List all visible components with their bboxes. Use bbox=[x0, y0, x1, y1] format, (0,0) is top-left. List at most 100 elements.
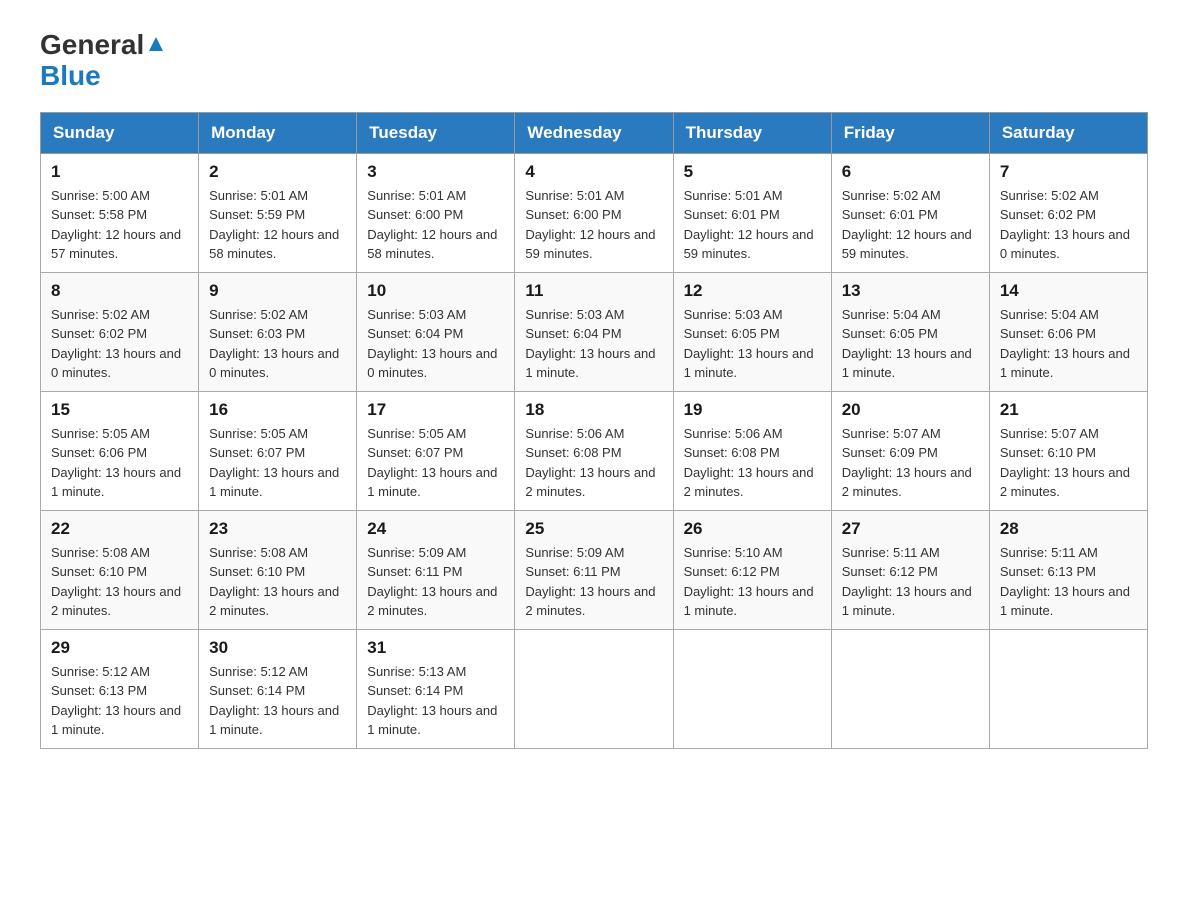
day-number: 26 bbox=[684, 519, 821, 539]
col-wednesday: Wednesday bbox=[515, 112, 673, 153]
day-info: Sunrise: 5:01 AMSunset: 5:59 PMDaylight:… bbox=[209, 186, 346, 264]
day-info: Sunrise: 5:05 AMSunset: 6:07 PMDaylight:… bbox=[367, 424, 504, 502]
table-row: 23 Sunrise: 5:08 AMSunset: 6:10 PMDayligh… bbox=[199, 510, 357, 629]
day-info: Sunrise: 5:01 AMSunset: 6:00 PMDaylight:… bbox=[367, 186, 504, 264]
page-header: General Blue bbox=[40, 30, 1148, 92]
logo: General Blue bbox=[40, 30, 165, 92]
table-row: 17 Sunrise: 5:05 AMSunset: 6:07 PMDayligh… bbox=[357, 391, 515, 510]
col-friday: Friday bbox=[831, 112, 989, 153]
day-number: 27 bbox=[842, 519, 979, 539]
day-info: Sunrise: 5:01 AMSunset: 6:00 PMDaylight:… bbox=[525, 186, 662, 264]
day-number: 13 bbox=[842, 281, 979, 301]
table-row: 30 Sunrise: 5:12 AMSunset: 6:14 PMDayligh… bbox=[199, 629, 357, 748]
day-info: Sunrise: 5:00 AMSunset: 5:58 PMDaylight:… bbox=[51, 186, 188, 264]
calendar-week-row: 29 Sunrise: 5:12 AMSunset: 6:13 PMDayligh… bbox=[41, 629, 1148, 748]
day-number: 5 bbox=[684, 162, 821, 182]
day-info: Sunrise: 5:04 AMSunset: 6:05 PMDaylight:… bbox=[842, 305, 979, 383]
day-info: Sunrise: 5:03 AMSunset: 6:05 PMDaylight:… bbox=[684, 305, 821, 383]
day-number: 23 bbox=[209, 519, 346, 539]
table-row: 19Sunrise: 5:06 AMSunset: 6:08 PMDayligh… bbox=[673, 391, 831, 510]
day-number: 6 bbox=[842, 162, 979, 182]
day-number: 12 bbox=[684, 281, 821, 301]
calendar-table: Sunday Monday Tuesday Wednesday Thursday… bbox=[40, 112, 1148, 749]
calendar-week-row: 8Sunrise: 5:02 AMSunset: 6:02 PMDaylight… bbox=[41, 272, 1148, 391]
day-info: Sunrise: 5:08 AMSunset: 6:10 PMDaylight:… bbox=[51, 543, 188, 621]
day-number: 3 bbox=[367, 162, 504, 182]
table-row: 11 Sunrise: 5:03 AMSunset: 6:04 PMDayligh… bbox=[515, 272, 673, 391]
table-row: 26 Sunrise: 5:10 AMSunset: 6:12 PMDayligh… bbox=[673, 510, 831, 629]
day-info: Sunrise: 5:08 AMSunset: 6:10 PMDaylight:… bbox=[209, 543, 346, 621]
table-row: 28Sunrise: 5:11 AMSunset: 6:13 PMDayligh… bbox=[989, 510, 1147, 629]
day-number: 2 bbox=[209, 162, 346, 182]
calendar-week-row: 22Sunrise: 5:08 AMSunset: 6:10 PMDayligh… bbox=[41, 510, 1148, 629]
table-row: 3 Sunrise: 5:01 AMSunset: 6:00 PMDaylight… bbox=[357, 153, 515, 272]
day-number: 11 bbox=[525, 281, 662, 301]
day-number: 30 bbox=[209, 638, 346, 658]
table-row: 10Sunrise: 5:03 AMSunset: 6:04 PMDayligh… bbox=[357, 272, 515, 391]
col-tuesday: Tuesday bbox=[357, 112, 515, 153]
table-row bbox=[989, 629, 1147, 748]
day-number: 7 bbox=[1000, 162, 1137, 182]
table-row: 27 Sunrise: 5:11 AMSunset: 6:12 PMDayligh… bbox=[831, 510, 989, 629]
table-row: 12 Sunrise: 5:03 AMSunset: 6:05 PMDayligh… bbox=[673, 272, 831, 391]
day-number: 24 bbox=[367, 519, 504, 539]
day-number: 17 bbox=[367, 400, 504, 420]
day-info: Sunrise: 5:12 AMSunset: 6:14 PMDaylight:… bbox=[209, 662, 346, 740]
table-row: 29 Sunrise: 5:12 AMSunset: 6:13 PMDayligh… bbox=[41, 629, 199, 748]
table-row: 1Sunrise: 5:00 AMSunset: 5:58 PMDaylight… bbox=[41, 153, 199, 272]
day-number: 21 bbox=[1000, 400, 1137, 420]
calendar-header-row: Sunday Monday Tuesday Wednesday Thursday… bbox=[41, 112, 1148, 153]
col-sunday: Sunday bbox=[41, 112, 199, 153]
day-info: Sunrise: 5:02 AMSunset: 6:02 PMDaylight:… bbox=[1000, 186, 1137, 264]
table-row bbox=[515, 629, 673, 748]
day-number: 25 bbox=[525, 519, 662, 539]
logo-triangle-icon bbox=[147, 35, 165, 58]
logo-blue-text: Blue bbox=[40, 60, 101, 91]
table-row: 4 Sunrise: 5:01 AMSunset: 6:00 PMDaylight… bbox=[515, 153, 673, 272]
day-number: 10 bbox=[367, 281, 504, 301]
day-info: Sunrise: 5:02 AMSunset: 6:01 PMDaylight:… bbox=[842, 186, 979, 264]
table-row: 24 Sunrise: 5:09 AMSunset: 6:11 PMDayligh… bbox=[357, 510, 515, 629]
day-info: Sunrise: 5:05 AMSunset: 6:06 PMDaylight:… bbox=[51, 424, 188, 502]
table-row: 31 Sunrise: 5:13 AMSunset: 6:14 PMDayligh… bbox=[357, 629, 515, 748]
day-info: Sunrise: 5:06 AMSunset: 6:08 PMDaylight:… bbox=[525, 424, 662, 502]
day-number: 18 bbox=[525, 400, 662, 420]
day-number: 14 bbox=[1000, 281, 1137, 301]
day-info: Sunrise: 5:07 AMSunset: 6:10 PMDaylight:… bbox=[1000, 424, 1137, 502]
table-row: 21 Sunrise: 5:07 AMSunset: 6:10 PMDayligh… bbox=[989, 391, 1147, 510]
day-number: 29 bbox=[51, 638, 188, 658]
calendar-week-row: 15Sunrise: 5:05 AMSunset: 6:06 PMDayligh… bbox=[41, 391, 1148, 510]
day-info: Sunrise: 5:02 AMSunset: 6:03 PMDaylight:… bbox=[209, 305, 346, 383]
logo-general-text: General bbox=[40, 30, 144, 61]
table-row: 13 Sunrise: 5:04 AMSunset: 6:05 PMDayligh… bbox=[831, 272, 989, 391]
col-thursday: Thursday bbox=[673, 112, 831, 153]
day-number: 28 bbox=[1000, 519, 1137, 539]
col-monday: Monday bbox=[199, 112, 357, 153]
day-info: Sunrise: 5:06 AMSunset: 6:08 PMDaylight:… bbox=[684, 424, 821, 502]
table-row: 5Sunrise: 5:01 AMSunset: 6:01 PMDaylight… bbox=[673, 153, 831, 272]
day-info: Sunrise: 5:12 AMSunset: 6:13 PMDaylight:… bbox=[51, 662, 188, 740]
table-row: 18 Sunrise: 5:06 AMSunset: 6:08 PMDayligh… bbox=[515, 391, 673, 510]
table-row: 14 Sunrise: 5:04 AMSunset: 6:06 PMDayligh… bbox=[989, 272, 1147, 391]
day-number: 20 bbox=[842, 400, 979, 420]
day-info: Sunrise: 5:07 AMSunset: 6:09 PMDaylight:… bbox=[842, 424, 979, 502]
day-info: Sunrise: 5:04 AMSunset: 6:06 PMDaylight:… bbox=[1000, 305, 1137, 383]
table-row: 8Sunrise: 5:02 AMSunset: 6:02 PMDaylight… bbox=[41, 272, 199, 391]
day-info: Sunrise: 5:09 AMSunset: 6:11 PMDaylight:… bbox=[367, 543, 504, 621]
table-row bbox=[831, 629, 989, 748]
day-number: 16 bbox=[209, 400, 346, 420]
col-saturday: Saturday bbox=[989, 112, 1147, 153]
table-row: 2 Sunrise: 5:01 AMSunset: 5:59 PMDaylight… bbox=[199, 153, 357, 272]
table-row: 22Sunrise: 5:08 AMSunset: 6:10 PMDayligh… bbox=[41, 510, 199, 629]
table-row: 7 Sunrise: 5:02 AMSunset: 6:02 PMDaylight… bbox=[989, 153, 1147, 272]
day-number: 4 bbox=[525, 162, 662, 182]
day-info: Sunrise: 5:11 AMSunset: 6:12 PMDaylight:… bbox=[842, 543, 979, 621]
table-row: 20 Sunrise: 5:07 AMSunset: 6:09 PMDayligh… bbox=[831, 391, 989, 510]
day-number: 31 bbox=[367, 638, 504, 658]
day-info: Sunrise: 5:02 AMSunset: 6:02 PMDaylight:… bbox=[51, 305, 188, 383]
table-row: 16Sunrise: 5:05 AMSunset: 6:07 PMDayligh… bbox=[199, 391, 357, 510]
day-info: Sunrise: 5:13 AMSunset: 6:14 PMDaylight:… bbox=[367, 662, 504, 740]
day-number: 9 bbox=[209, 281, 346, 301]
day-info: Sunrise: 5:03 AMSunset: 6:04 PMDaylight:… bbox=[525, 305, 662, 383]
day-info: Sunrise: 5:10 AMSunset: 6:12 PMDaylight:… bbox=[684, 543, 821, 621]
